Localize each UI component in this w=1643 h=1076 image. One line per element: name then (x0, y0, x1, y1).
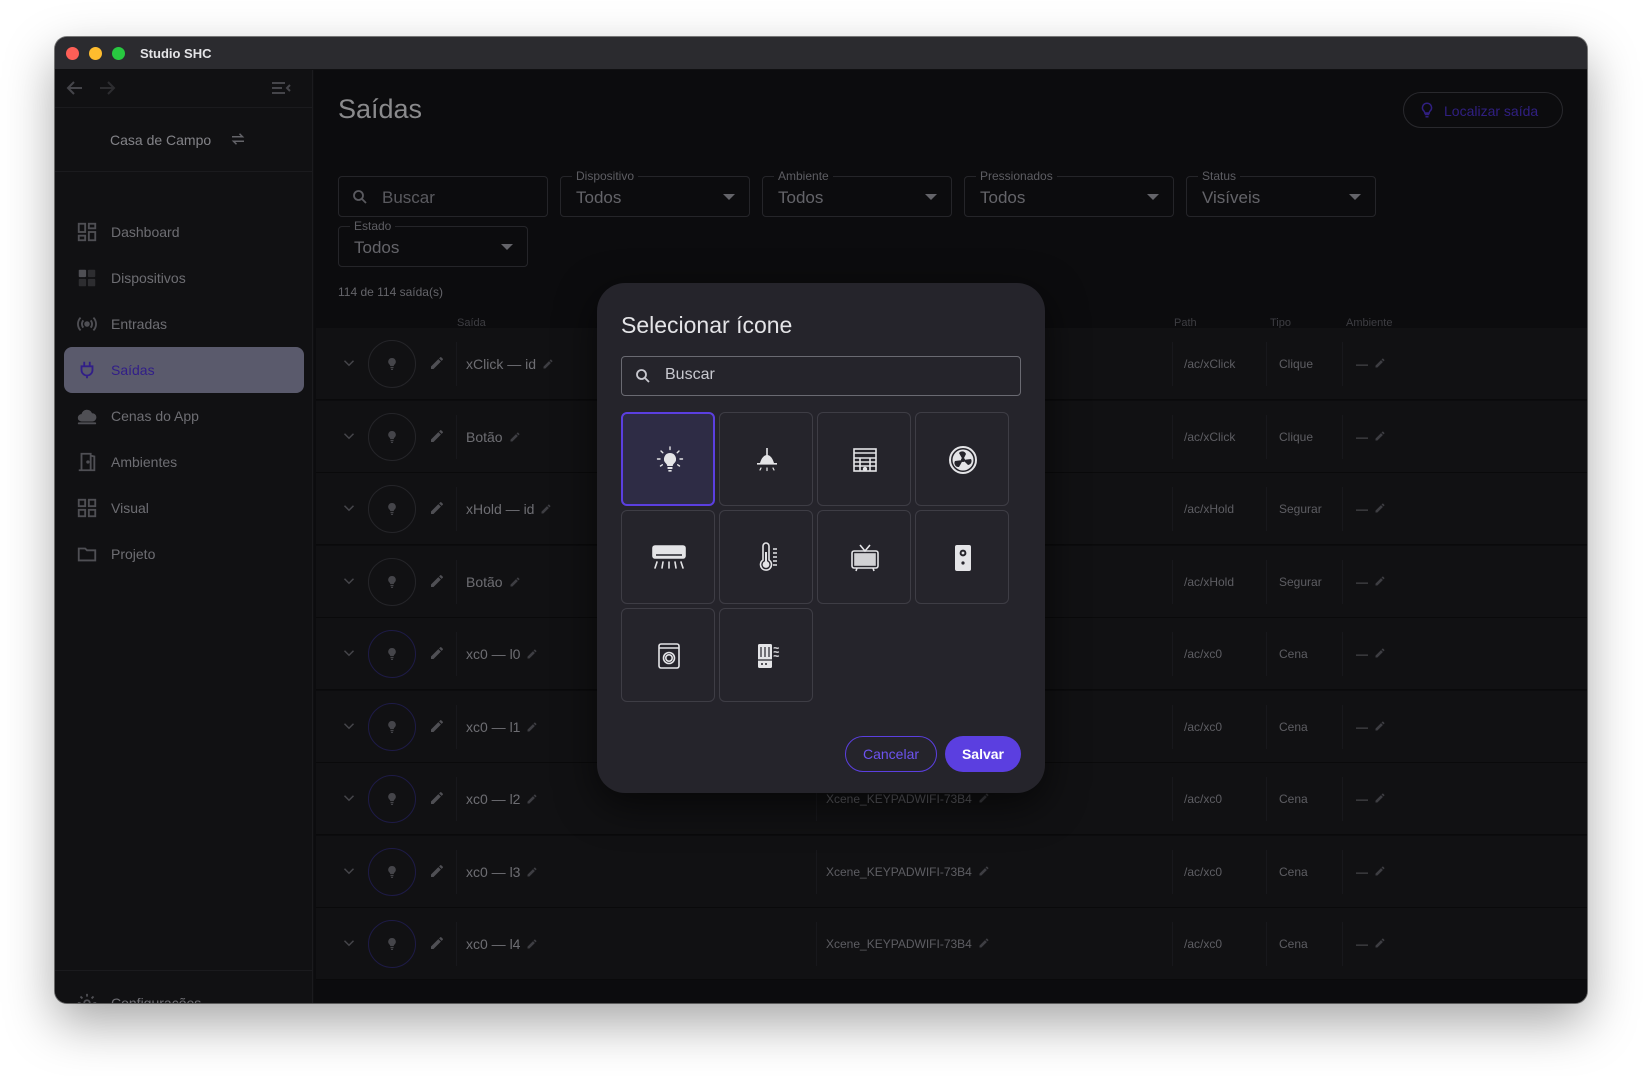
title-bar: Studio SHC (55, 37, 1587, 70)
cancel-button[interactable]: Cancelar (845, 736, 937, 772)
close-window-button[interactable] (66, 47, 79, 60)
speaker-icon (955, 545, 971, 571)
icon-option-air-conditioner[interactable] (621, 510, 715, 604)
icon-option-washer[interactable] (621, 608, 715, 702)
air-conditioner-icon (652, 545, 686, 569)
icon-search-input[interactable] (665, 366, 1005, 384)
washer-icon (658, 643, 680, 669)
save-button[interactable]: Salvar (945, 736, 1021, 772)
curtain-icon (853, 448, 877, 472)
icon-picker-dialog: Selecionar ícone Buscar Cancelar Salvar (597, 283, 1045, 793)
icon-option-heater[interactable] (719, 608, 813, 702)
fan-icon (949, 446, 977, 474)
icon-option-curtain[interactable] (817, 412, 911, 506)
icon-search-field[interactable] (621, 356, 1021, 396)
dialog-title: Selecionar ícone (621, 312, 793, 338)
icon-option-fan[interactable] (915, 412, 1009, 506)
icon-option-lightbulb[interactable] (621, 412, 715, 506)
lightbulb-icon (656, 446, 684, 472)
tv-icon (851, 544, 879, 572)
icon-option-speaker[interactable] (915, 510, 1009, 604)
minimize-window-button[interactable] (89, 47, 102, 60)
window-title: Studio SHC (140, 46, 212, 61)
icon-option-thermostat[interactable] (719, 510, 813, 604)
app-window: Studio SHC Casa de Campo Dashboard Dispo… (55, 37, 1587, 1003)
search-icon (634, 367, 652, 385)
heater-icon (758, 644, 780, 668)
thermostat-icon (759, 542, 777, 571)
icon-option-tv[interactable] (817, 510, 911, 604)
maximize-window-button[interactable] (112, 47, 125, 60)
icon-option-pendant-lamp[interactable] (719, 412, 813, 506)
pendant-lamp-icon (757, 448, 777, 472)
